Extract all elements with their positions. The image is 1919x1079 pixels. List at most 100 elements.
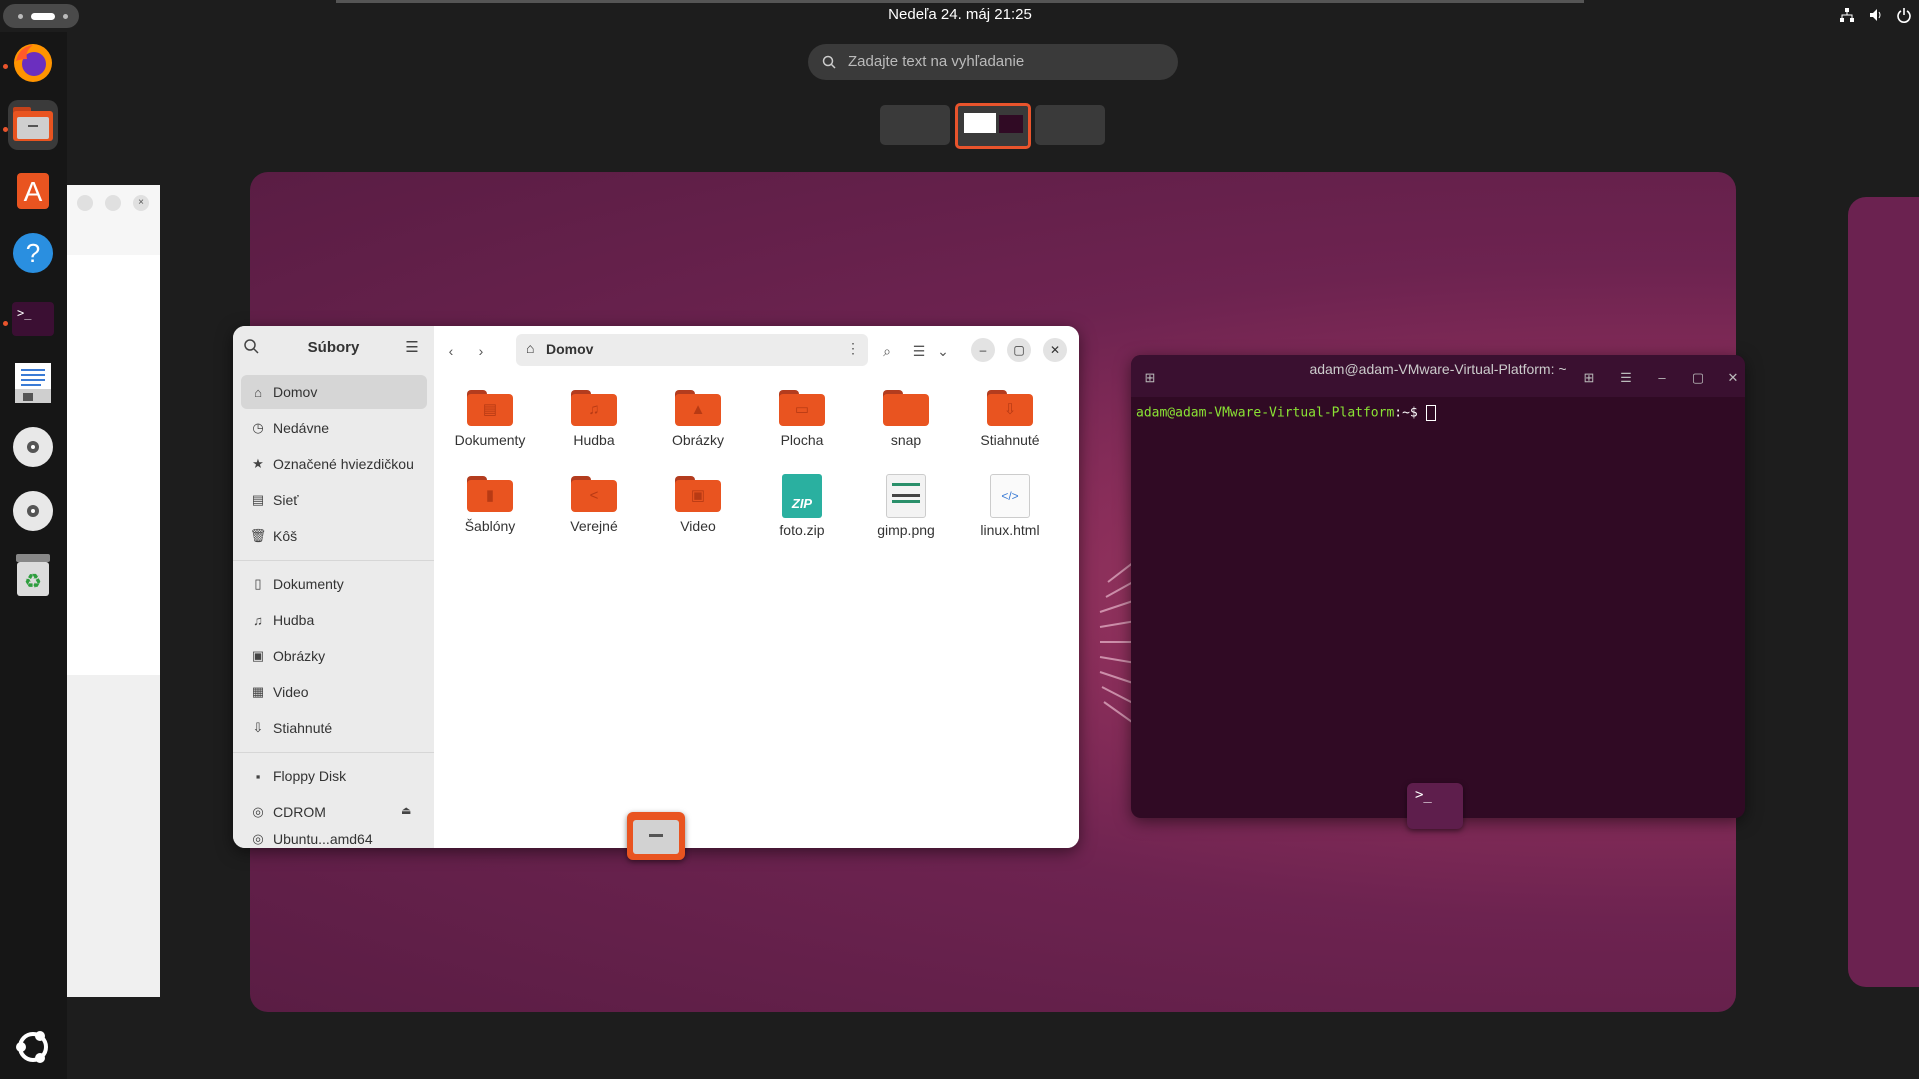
network-icon[interactable] xyxy=(1838,7,1856,25)
sidebar-item-starred[interactable]: ★ Označené hviezdičkou xyxy=(241,447,427,481)
path-bar[interactable]: ⌂ Domov ⋮ xyxy=(516,334,868,366)
firefox-icon[interactable] xyxy=(8,38,58,88)
files-icon[interactable] xyxy=(8,100,58,150)
search-input[interactable]: Zadajte text na vyhľadanie xyxy=(808,44,1178,80)
new-tab-icon[interactable]: ⊞ xyxy=(1139,367,1161,389)
file-item[interactable]: ▲ Obrázky xyxy=(648,388,748,468)
forward-icon[interactable]: › xyxy=(470,340,492,362)
sidebar-item-video[interactable]: ▦ Video xyxy=(241,675,427,709)
terminal-header: ⊞ adam@adam-VMware-Virtual-Platform: ~ ⊞… xyxy=(1131,355,1745,397)
back-icon[interactable]: ‹ xyxy=(440,340,462,362)
star-icon: ★ xyxy=(252,456,264,471)
menu-icon[interactable]: ☰ xyxy=(1615,367,1637,389)
network-icon: ▤ xyxy=(251,492,265,507)
close-icon: × xyxy=(133,195,149,211)
picture-icon: ▣ xyxy=(251,648,265,663)
sidebar-item-floppy[interactable]: ▪ Floppy Disk xyxy=(241,759,427,793)
sidebar-item-music[interactable]: ♫ Hudba xyxy=(241,603,427,637)
sidebar-item-downloads[interactable]: ⇩ Stiahnuté xyxy=(241,711,427,745)
sidebar-item-pictures[interactable]: ▣ Obrázky xyxy=(241,639,427,673)
clock-icon: ◷ xyxy=(252,420,264,435)
side-window-preview[interactable]: × xyxy=(67,185,160,997)
sidebar-item-trash[interactable]: 🗑 Kôš xyxy=(241,519,427,553)
file-item-label: Video xyxy=(680,518,716,534)
folder-icon: ♫ xyxy=(571,388,617,426)
trash-icon: 🗑 xyxy=(249,528,267,543)
path-menu-icon[interactable]: ⋮ xyxy=(846,340,860,357)
minimize-button[interactable]: – xyxy=(971,338,995,362)
search-icon xyxy=(822,55,836,69)
sidebar-item-home[interactable]: ⌂ Domov xyxy=(241,375,427,409)
file-item[interactable]: ⇩ Stiahnuté xyxy=(960,388,1060,468)
workspace-indicator-line xyxy=(336,0,1584,3)
maximize-button[interactable]: ▢ xyxy=(1687,367,1709,389)
minimize-button[interactable]: – xyxy=(1651,367,1673,389)
file-item[interactable]: snap xyxy=(856,388,956,468)
disc-icon[interactable] xyxy=(8,422,58,472)
files-window[interactable]: Súbory ☰ ⌂ Domov ◷ Nedávne ★ Označené hviez… xyxy=(233,326,1079,848)
trash-icon[interactable]: ♻ xyxy=(8,550,58,600)
sidebar-menu-icon[interactable]: ☰ xyxy=(403,338,421,356)
sidebar-item-documents[interactable]: ▯ Dokumenty xyxy=(241,567,427,601)
power-icon[interactable] xyxy=(1895,7,1913,25)
file-item-label: snap xyxy=(890,432,922,448)
terminal-window-icon[interactable]: >_ xyxy=(1407,783,1463,829)
file-item-label: foto.zip xyxy=(779,522,825,538)
terminal-window[interactable]: ⊞ adam@adam-VMware-Virtual-Platform: ~ ⊞… xyxy=(1131,355,1745,818)
volume-icon[interactable] xyxy=(1867,7,1885,25)
file-item[interactable]: ▭ Plocha xyxy=(752,388,852,468)
show-apps-icon[interactable] xyxy=(8,1022,58,1072)
file-item[interactable]: ▣ Video xyxy=(648,474,748,554)
workspace-thumbnail-2[interactable] xyxy=(955,103,1031,149)
activities-button[interactable] xyxy=(3,4,79,28)
file-item[interactable]: ▮ Šablóny xyxy=(440,474,540,554)
workspace-thumbnail-3[interactable] xyxy=(1035,105,1105,145)
eject-icon[interactable]: ⏏ xyxy=(401,804,411,817)
file-item[interactable]: ♫ Hudba xyxy=(544,388,644,468)
disc-icon[interactable] xyxy=(8,486,58,536)
file-item[interactable]: gimp.png xyxy=(856,474,956,554)
file-item-label: linux.html xyxy=(980,522,1040,538)
workspace-thumbnail-1[interactable] xyxy=(880,105,950,145)
file-item[interactable]: ▤ Dokumenty xyxy=(440,388,540,468)
clock[interactable]: Nedeľa 24. máj 21:25 xyxy=(860,6,1060,23)
svg-text:?: ? xyxy=(26,238,40,268)
maximize-button[interactable]: ▢ xyxy=(1007,338,1031,362)
chevron-down-icon[interactable]: ⌄ xyxy=(932,340,954,362)
files-window-icon[interactable] xyxy=(627,812,685,860)
sidebar-item-cdrom[interactable]: ◎ CDROM ⏏ xyxy=(241,795,427,829)
terminal-thumbnail xyxy=(999,115,1023,133)
terminal-prompt[interactable]: adam@adam-VMware-Virtual-Platform:~$ xyxy=(1136,405,1436,421)
top-bar: Nedeľa 24. máj 21:25 xyxy=(0,0,1919,32)
search-location-icon[interactable]: ⌕ xyxy=(876,340,898,362)
file-item-label: Verejné xyxy=(570,518,618,534)
close-button[interactable]: ✕ xyxy=(1722,367,1744,389)
file-item-label: Plocha xyxy=(780,432,824,448)
terminal-icon[interactable]: >_ xyxy=(8,294,58,344)
search-icon[interactable] xyxy=(243,338,261,356)
file-item-label: Šablóny xyxy=(464,518,516,534)
app-center-icon[interactable]: A xyxy=(8,164,58,214)
folder-icon xyxy=(883,388,929,426)
next-workspace-preview[interactable] xyxy=(1848,197,1919,987)
view-list-icon[interactable]: ☰ xyxy=(908,340,930,362)
file-item[interactable]: < Verejné xyxy=(544,474,644,554)
tabs-overview-icon[interactable]: ⊞ xyxy=(1578,367,1600,389)
path-label: Domov xyxy=(546,341,594,357)
file-item[interactable]: </> linux.html xyxy=(960,474,1060,554)
files-sidebar: Súbory ☰ ⌂ Domov ◷ Nedávne ★ Označené hviez… xyxy=(233,326,434,848)
side-window-body xyxy=(67,675,160,997)
sidebar-item-network[interactable]: ▤ Sieť xyxy=(241,483,427,517)
folder-icon: ▭ xyxy=(779,388,825,426)
sidebar-divider xyxy=(233,560,434,561)
help-icon[interactable]: ? xyxy=(8,228,58,278)
svg-text:>_: >_ xyxy=(17,306,32,320)
folder-icon: ▣ xyxy=(675,474,721,512)
sidebar-item-recent[interactable]: ◷ Nedávne xyxy=(241,411,427,445)
cdrom-icon: ◎ xyxy=(252,804,264,819)
sidebar-item-ubuntu-disc[interactable]: ◎ Ubuntu...amd64 xyxy=(241,830,427,848)
image-file-icon xyxy=(886,474,926,518)
close-button[interactable]: ✕ xyxy=(1043,338,1067,362)
file-item[interactable]: ZIP foto.zip xyxy=(752,474,852,554)
writer-icon[interactable] xyxy=(8,358,58,408)
